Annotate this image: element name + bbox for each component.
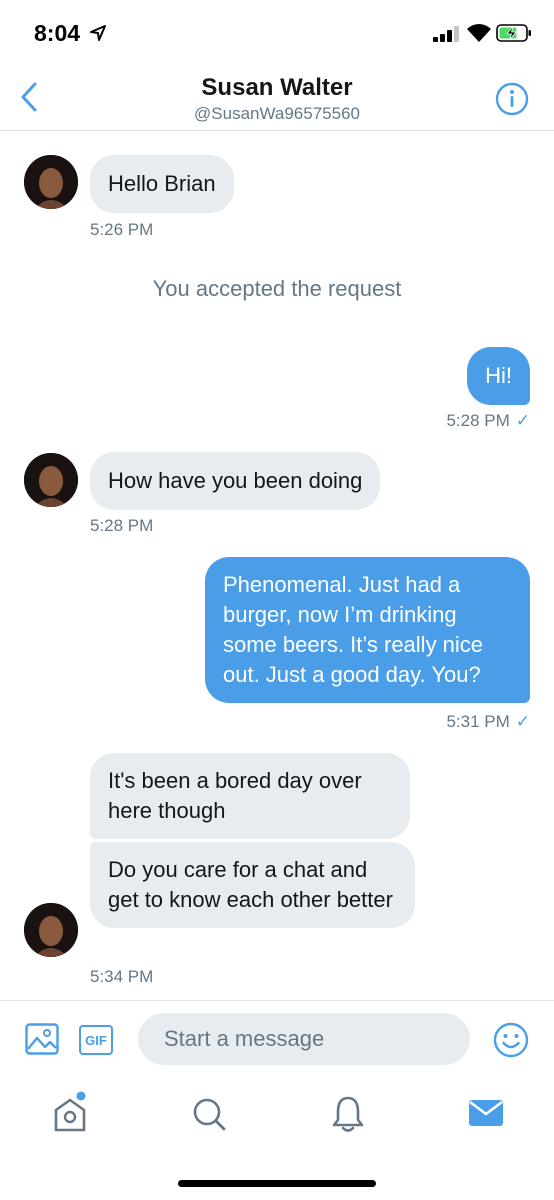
battery-charging-icon	[496, 24, 531, 42]
sent-check-icon: ✓	[515, 712, 530, 731]
home-icon	[54, 1091, 86, 1132]
home-indicator	[178, 1180, 376, 1187]
message-bubble-outgoing[interactable]: Phenomenal. Just had a burger, now I’m d…	[205, 557, 530, 703]
message-composer: GIF	[0, 1000, 554, 1078]
tab-search[interactable]	[189, 1090, 229, 1134]
avatar-photo	[24, 453, 78, 507]
tab-notifications[interactable]	[328, 1090, 368, 1134]
avatar[interactable]	[24, 155, 78, 209]
gif-label: GIF	[85, 1032, 107, 1048]
message-timestamp: 5:28 PM	[90, 516, 154, 535]
search-icon	[193, 1098, 226, 1131]
tab-home[interactable]	[50, 1090, 90, 1134]
cellular-signal-icon	[433, 26, 459, 42]
message-timestamp: 5:34 PM	[90, 967, 154, 986]
emoji-icon[interactable]	[493, 1022, 529, 1058]
message-bubble-incoming[interactable]: Hello Brian	[90, 155, 234, 213]
message-timestamp: 5:28 PM	[446, 411, 510, 430]
avatar-photo	[24, 155, 78, 209]
message-timestamp-row: 5:28 PM ✓	[446, 411, 530, 431]
message-bubble-incoming[interactable]: How have you been doing	[90, 452, 381, 510]
wifi-icon	[467, 24, 491, 42]
tab-messages[interactable]	[466, 1090, 506, 1134]
status-time: 8:04	[34, 20, 81, 46]
gif-button[interactable]: GIF	[79, 1025, 113, 1055]
image-icon[interactable]	[25, 1023, 59, 1055]
message-timestamp-row: 5:31 PM ✓	[446, 712, 530, 732]
message-timestamp: 5:31 PM	[446, 712, 510, 731]
avatar[interactable]	[24, 903, 78, 957]
notifications-icon	[332, 1096, 364, 1132]
message-bubble-outgoing[interactable]: Hi!	[467, 347, 530, 405]
message-bubble-incoming[interactable]: It's been a bored day over here though	[90, 753, 410, 839]
request-accepted-notice: You accepted the request	[152, 276, 402, 301]
messages-icon	[469, 1100, 503, 1126]
avatar-photo	[24, 903, 78, 957]
message-timestamp: 5:26 PM	[90, 220, 154, 239]
status-bar: 8:04	[0, 0, 554, 64]
sent-check-icon: ✓	[515, 411, 530, 430]
message-input[interactable]	[138, 1013, 470, 1065]
message-bubble-incoming[interactable]: Do you care for a chat and get to know e…	[90, 842, 415, 928]
contact-handle: @SusanWa96575560	[194, 104, 360, 123]
contact-name[interactable]: Susan Walter	[0, 74, 554, 102]
conversation-header: Susan Walter @SusanWa96575560	[0, 64, 554, 131]
avatar[interactable]	[24, 453, 78, 507]
info-icon[interactable]	[495, 82, 529, 116]
location-arrow-icon	[90, 25, 106, 41]
